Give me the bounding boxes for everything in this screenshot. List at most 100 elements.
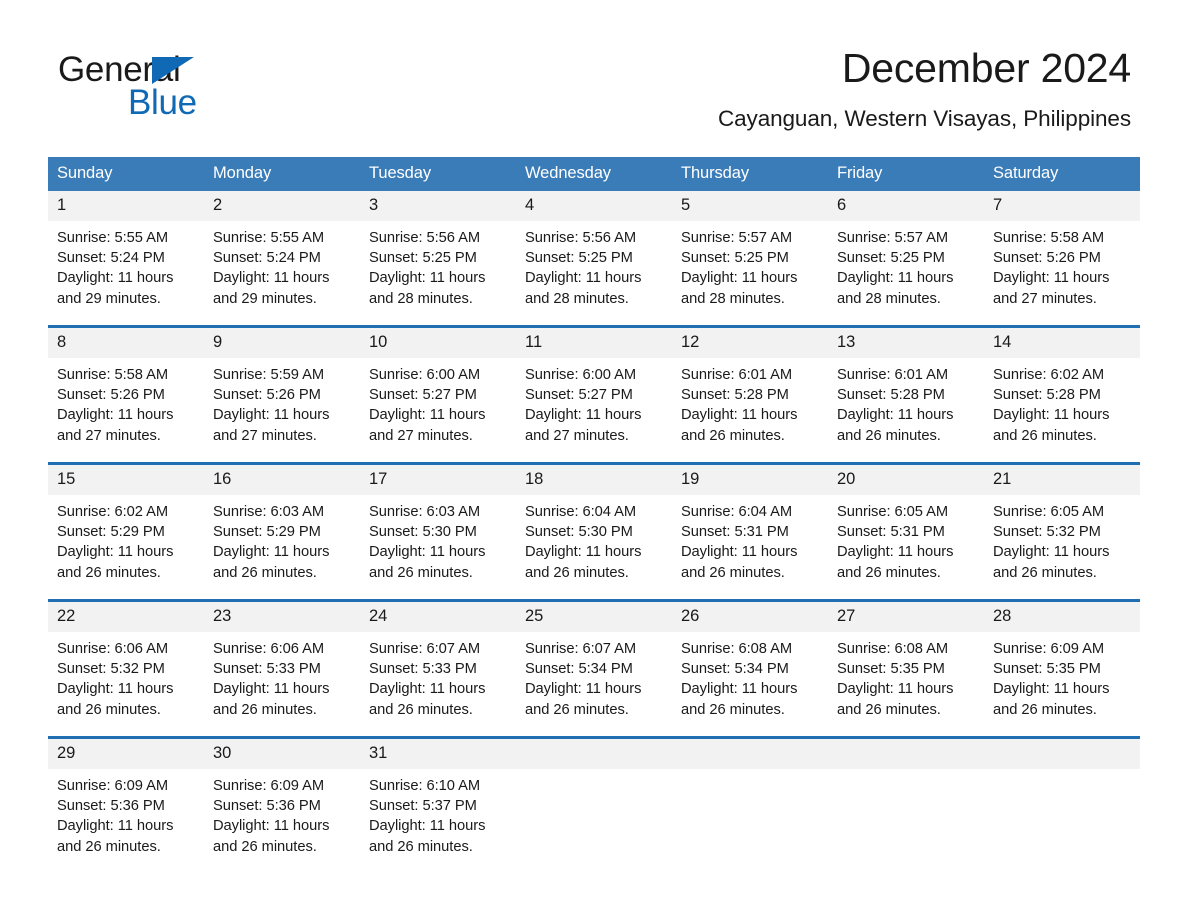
sunrise-text: Sunrise: 5:59 AM [213,367,325,383]
day-info: Sunrise: 6:05 AM Sunset: 5:31 PM Dayligh… [828,495,984,583]
day-cell[interactable]: 1 Sunrise: 5:55 AM Sunset: 5:24 PM Dayli… [48,191,204,327]
day-info: Sunrise: 6:09 AM Sunset: 5:36 PM Dayligh… [48,769,204,857]
calendar-body: 1 Sunrise: 5:55 AM Sunset: 5:24 PM Dayli… [48,191,1140,873]
sunset-text: Sunset: 5:31 PM [837,524,945,541]
weekday-header-thursday: Thursday [672,157,828,191]
day-cell[interactable]: 14 Sunrise: 6:02 AM Sunset: 5:28 PM Dayl… [984,325,1140,464]
day-cell[interactable]: 2 Sunrise: 5:55 AM Sunset: 5:24 PM Dayli… [204,191,360,327]
day-cell[interactable]: 10 Sunrise: 6:00 AM Sunset: 5:27 PM Dayl… [360,325,516,464]
daylight-text-line2: and 28 minutes. [681,290,785,307]
day-cell[interactable]: 5 Sunrise: 5:57 AM Sunset: 5:25 PM Dayli… [672,191,828,327]
day-info: Sunrise: 5:56 AM Sunset: 5:25 PM Dayligh… [516,221,672,309]
day-cell[interactable]: 24 Sunrise: 6:07 AM Sunset: 5:33 PM Dayl… [360,599,516,738]
day-cell[interactable]: 6 Sunrise: 5:57 AM Sunset: 5:25 PM Dayli… [828,191,984,327]
daylight-text-line1: Daylight: 11 hours [525,270,642,287]
sunset-text: Sunset: 5:34 PM [681,661,789,678]
daylight-text-line1: Daylight: 11 hours [993,407,1110,424]
sunset-text: Sunset: 5:33 PM [369,661,477,678]
daylight-text-line2: and 26 minutes. [369,701,473,718]
day-cell[interactable]: 17 Sunrise: 6:03 AM Sunset: 5:30 PM Dayl… [360,462,516,601]
daylight-text-line1: Daylight: 11 hours [525,544,642,561]
daylight-text-line1: Daylight: 11 hours [369,681,486,698]
day-cell[interactable]: 29 Sunrise: 6:09 AM Sunset: 5:36 PM Dayl… [48,736,204,873]
daylight-text-line2: and 29 minutes. [57,290,161,307]
daylight-text-line2: and 26 minutes. [525,564,629,581]
day-number: 8 [48,328,204,358]
daylight-text-line1: Daylight: 11 hours [57,270,174,287]
day-number: 4 [516,191,672,221]
day-number: 9 [204,328,360,358]
daylight-text-line2: and 27 minutes. [369,427,473,444]
day-cell[interactable]: 27 Sunrise: 6:08 AM Sunset: 5:35 PM Dayl… [828,599,984,738]
day-number: 1 [48,191,204,221]
day-cell[interactable]: 22 Sunrise: 6:06 AM Sunset: 5:32 PM Dayl… [48,599,204,738]
daylight-text-line2: and 28 minutes. [525,290,629,307]
sunrise-text: Sunrise: 6:03 AM [369,504,481,520]
day-cell[interactable]: 30 Sunrise: 6:09 AM Sunset: 5:36 PM Dayl… [204,736,360,873]
day-cell[interactable]: 13 Sunrise: 6:01 AM Sunset: 5:28 PM Dayl… [828,325,984,464]
day-cell[interactable]: 7 Sunrise: 5:58 AM Sunset: 5:26 PM Dayli… [984,191,1140,327]
day-info: Sunrise: 6:06 AM Sunset: 5:32 PM Dayligh… [48,632,204,720]
day-info: Sunrise: 5:56 AM Sunset: 5:25 PM Dayligh… [360,221,516,309]
day-cell[interactable]: 25 Sunrise: 6:07 AM Sunset: 5:34 PM Dayl… [516,599,672,738]
sunrise-text: Sunrise: 6:00 AM [369,367,481,383]
daylight-text-line1: Daylight: 11 hours [681,407,798,424]
sunset-text: Sunset: 5:37 PM [369,798,477,815]
day-cell[interactable]: 19 Sunrise: 6:04 AM Sunset: 5:31 PM Dayl… [672,462,828,601]
day-cell[interactable]: 20 Sunrise: 6:05 AM Sunset: 5:31 PM Dayl… [828,462,984,601]
daylight-text-line2: and 26 minutes. [213,701,317,718]
day-cell[interactable]: 16 Sunrise: 6:03 AM Sunset: 5:29 PM Dayl… [204,462,360,601]
daylight-text-line2: and 26 minutes. [369,564,473,581]
day-cell[interactable]: 9 Sunrise: 5:59 AM Sunset: 5:26 PM Dayli… [204,325,360,464]
sunrise-text: Sunrise: 6:05 AM [993,504,1105,520]
day-number: 3 [360,191,516,221]
daylight-text-line1: Daylight: 11 hours [213,544,330,561]
day-info: Sunrise: 6:10 AM Sunset: 5:37 PM Dayligh… [360,769,516,857]
day-number: 6 [828,191,984,221]
day-cell[interactable]: 23 Sunrise: 6:06 AM Sunset: 5:33 PM Dayl… [204,599,360,738]
day-info: Sunrise: 5:57 AM Sunset: 5:25 PM Dayligh… [828,221,984,309]
day-info: Sunrise: 5:57 AM Sunset: 5:25 PM Dayligh… [672,221,828,309]
weekday-header-tuesday: Tuesday [360,157,516,191]
day-cell-empty [828,736,984,873]
day-info: Sunrise: 6:08 AM Sunset: 5:34 PM Dayligh… [672,632,828,720]
day-cell[interactable]: 8 Sunrise: 5:58 AM Sunset: 5:26 PM Dayli… [48,325,204,464]
day-cell[interactable]: 3 Sunrise: 5:56 AM Sunset: 5:25 PM Dayli… [360,191,516,327]
sunrise-text: Sunrise: 6:06 AM [57,641,169,657]
sunset-text: Sunset: 5:30 PM [525,524,633,541]
daylight-text-line2: and 29 minutes. [213,290,317,307]
general-blue-logo: General Blue [58,50,318,126]
day-info: Sunrise: 6:01 AM Sunset: 5:28 PM Dayligh… [672,358,828,446]
day-info: Sunrise: 5:59 AM Sunset: 5:26 PM Dayligh… [204,358,360,446]
sunset-text: Sunset: 5:28 PM [993,387,1101,404]
day-cell[interactable]: 15 Sunrise: 6:02 AM Sunset: 5:29 PM Dayl… [48,462,204,601]
day-number: 28 [984,602,1140,632]
day-cell[interactable]: 4 Sunrise: 5:56 AM Sunset: 5:25 PM Dayli… [516,191,672,327]
sunrise-text: Sunrise: 5:55 AM [57,230,169,246]
daylight-text-line1: Daylight: 11 hours [369,407,486,424]
daylight-text-line2: and 26 minutes. [681,427,785,444]
day-info: Sunrise: 6:08 AM Sunset: 5:35 PM Dayligh… [828,632,984,720]
day-info: Sunrise: 6:01 AM Sunset: 5:28 PM Dayligh… [828,358,984,446]
day-cell[interactable]: 21 Sunrise: 6:05 AM Sunset: 5:32 PM Dayl… [984,462,1140,601]
day-cell[interactable]: 26 Sunrise: 6:08 AM Sunset: 5:34 PM Dayl… [672,599,828,738]
sunrise-text: Sunrise: 6:04 AM [681,504,793,520]
daylight-text-line1: Daylight: 11 hours [369,818,486,835]
daylight-text-line2: and 27 minutes. [213,427,317,444]
daylight-text-line1: Daylight: 11 hours [57,407,174,424]
day-cell[interactable]: 12 Sunrise: 6:01 AM Sunset: 5:28 PM Dayl… [672,325,828,464]
sunrise-text: Sunrise: 5:57 AM [681,230,793,246]
day-cell[interactable]: 31 Sunrise: 6:10 AM Sunset: 5:37 PM Dayl… [360,736,516,873]
day-number: 10 [360,328,516,358]
day-cell[interactable]: 18 Sunrise: 6:04 AM Sunset: 5:30 PM Dayl… [516,462,672,601]
sunrise-text: Sunrise: 6:08 AM [681,641,793,657]
day-info: Sunrise: 6:02 AM Sunset: 5:29 PM Dayligh… [48,495,204,583]
daylight-text-line1: Daylight: 11 hours [213,407,330,424]
weekday-header-sunday: Sunday [48,157,204,191]
day-info: Sunrise: 6:04 AM Sunset: 5:31 PM Dayligh… [672,495,828,583]
daylight-text-line1: Daylight: 11 hours [57,544,174,561]
day-cell[interactable]: 11 Sunrise: 6:00 AM Sunset: 5:27 PM Dayl… [516,325,672,464]
day-cell[interactable]: 28 Sunrise: 6:09 AM Sunset: 5:35 PM Dayl… [984,599,1140,738]
day-info: Sunrise: 6:00 AM Sunset: 5:27 PM Dayligh… [516,358,672,446]
sunrise-text: Sunrise: 6:01 AM [681,367,793,383]
